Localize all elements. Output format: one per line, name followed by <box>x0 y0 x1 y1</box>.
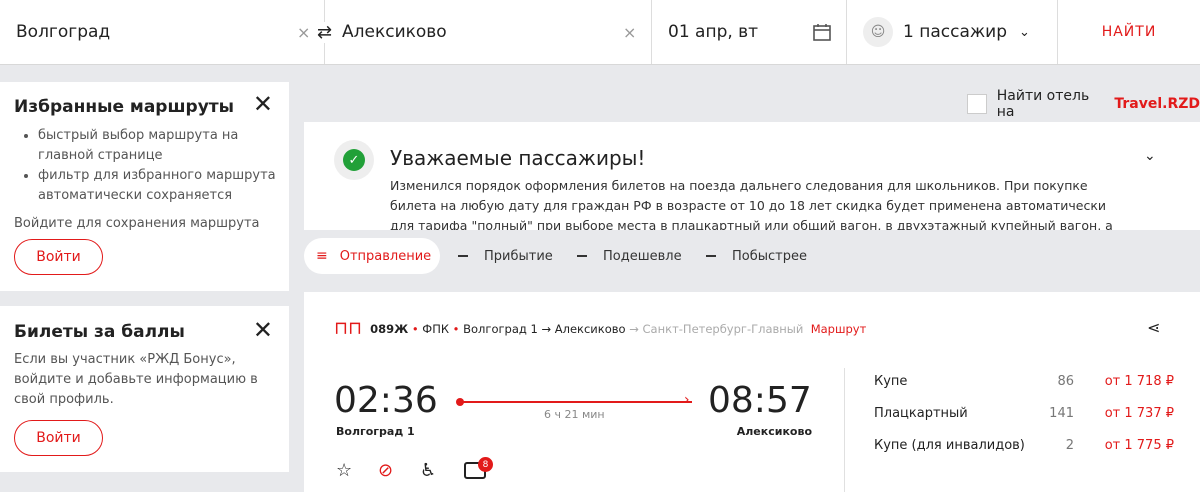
carrier: ФПК <box>422 321 450 336</box>
duration: 6 ч 21 мин <box>544 408 605 421</box>
hotel-label: Найти отель на <box>996 88 1090 120</box>
find-label: НАЙТИ <box>1101 24 1157 40</box>
calendar-icon[interactable] <box>812 22 832 42</box>
notice-text: Изменился порядок оформления билетов на … <box>390 178 1113 230</box>
bonus-card: Билеты за баллы ✕ Если вы участник «РЖД … <box>0 306 289 472</box>
arrival-station: Алексиково <box>736 425 812 438</box>
favorites-title: Избранные маршруты <box>14 97 234 117</box>
passengers-value: 1 пассажир <box>903 22 1008 42</box>
train-card: ⊓⊓ 089Ж • ФПК • Волгоград 1 → Алексиково… <box>304 292 1200 492</box>
hotel-checkbox[interactable] <box>967 94 987 114</box>
hotel-brand-link[interactable]: Travel.RZD <box>1114 96 1200 112</box>
login-button[interactable]: Войти <box>14 239 103 275</box>
favorites-hint: Войдите для сохранения маршрута <box>14 216 260 231</box>
class-row[interactable]: Купе 86 от 1 718 ₽ <box>874 374 1174 406</box>
star-icon: ☆ <box>336 460 353 481</box>
hotel-option[interactable]: Найти отель на Travel.RZD <box>967 88 1200 120</box>
from-field[interactable]: Волгоград × <box>0 0 325 64</box>
notice-card: ✓ Уважаемые пассажиры! Изменился порядок… <box>304 122 1200 230</box>
departure-station: Волгоград 1 <box>336 425 415 438</box>
sort-label: Прибытие <box>484 248 553 264</box>
train-icon: ⊓⊓ <box>334 318 363 339</box>
sort-cheaper[interactable]: Подешевле <box>577 238 682 274</box>
list-item: фильтр для избранного маршрута автоматич… <box>38 166 298 206</box>
check-icon: ✓ <box>334 140 374 180</box>
class-list: Купе 86 от 1 718 ₽ Плацкартный 141 от 1 737 … <box>874 374 1174 470</box>
arrival-time: 08:57 <box>708 380 812 421</box>
clear-icon[interactable]: × <box>297 23 310 42</box>
find-button[interactable]: НАЙТИ <box>1058 0 1200 64</box>
date-value: 01 апр, вт <box>668 22 759 42</box>
segment: Волгоград 1 → Алексиково <box>463 321 626 336</box>
list-item: быстрый выбор маршрута на главной страни… <box>38 126 298 166</box>
wheelchair-icon: ♿ <box>420 460 437 481</box>
class-row[interactable]: Плацкартный 141 от 1 737 ₽ <box>874 406 1174 438</box>
notice-title: Уважаемые пассажиры! <box>390 146 646 170</box>
passengers-field[interactable]: ☺ 1 пассажир ⌄ <box>847 0 1058 64</box>
favorites-card: Избранные маршруты ✕ быстрый выбор маршр… <box>0 82 289 291</box>
class-row[interactable]: Купе (для инвалидов) 2 от 1 775 ₽ <box>874 438 1174 470</box>
chevron-down-icon[interactable]: ⌄ <box>1144 148 1156 164</box>
route-link[interactable]: Маршрут <box>811 322 867 336</box>
person-icon: ☺ <box>863 17 893 47</box>
to-value: Алексиково <box>342 22 447 42</box>
sort-label: Подешевле <box>603 248 682 264</box>
bonus-title: Билеты за баллы <box>14 322 185 342</box>
sort-icon: ≡ <box>316 248 328 264</box>
train-number: 089Ж <box>370 321 409 336</box>
route-rest: → Санкт-Петербург-Главный <box>629 321 804 336</box>
sort-label: Побыстрее <box>732 248 807 264</box>
sort-arrival[interactable]: Прибытие <box>458 238 553 274</box>
search-bar: Волгоград × ⇄ Алексиково × 01 апр, вт ☺ 1 па… <box>0 0 1200 65</box>
arrow-icon: › <box>684 392 690 408</box>
sort-faster[interactable]: Побыстрее <box>706 238 807 274</box>
from-value: Волгоград <box>16 22 111 42</box>
swap-icon[interactable]: ⇄ <box>317 21 333 43</box>
share-icon[interactable]: ⋖ <box>1147 318 1160 337</box>
chevron-down-icon: ⌄ <box>1019 24 1030 40</box>
sort-departure[interactable]: ≡ Отправление <box>304 238 440 274</box>
sort-label: Отправление <box>339 248 432 264</box>
login-button[interactable]: Войти <box>14 420 103 456</box>
close-icon[interactable]: ✕ <box>253 316 273 344</box>
no-bedding-icon: ⊘ <box>378 460 394 481</box>
train-header: ⊓⊓ 089Ж • ФПК • Волгоград 1 → Алексиково… <box>334 318 867 339</box>
route-line <box>460 401 692 403</box>
count-badge: 8 <box>478 457 493 472</box>
departure-time: 02:36 <box>334 380 438 421</box>
close-icon[interactable]: ✕ <box>253 90 273 118</box>
clear-icon[interactable]: × <box>623 23 636 42</box>
date-field[interactable]: 01 апр, вт <box>652 0 847 64</box>
bonus-text: Если вы участник «РЖД Бонус», войдите и … <box>14 352 258 407</box>
to-field[interactable]: ⇄ Алексиково × <box>317 0 652 64</box>
